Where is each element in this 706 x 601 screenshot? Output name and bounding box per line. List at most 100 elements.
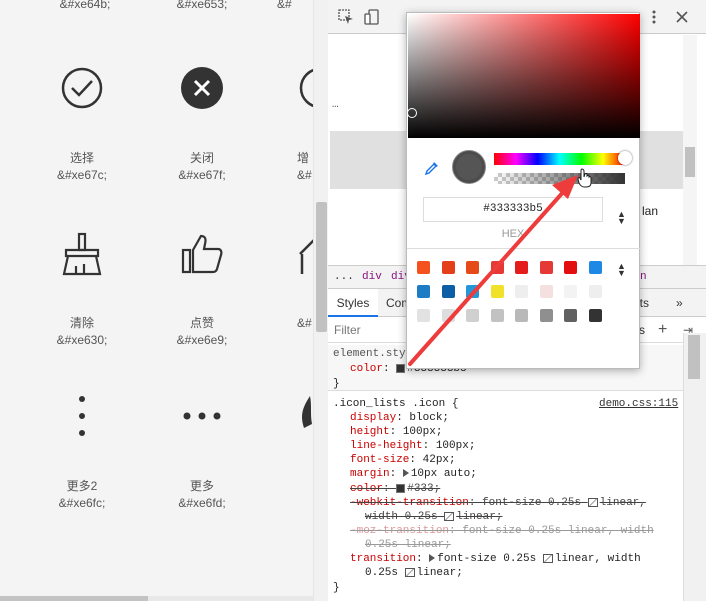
hue-slider[interactable] xyxy=(494,153,625,165)
decl-moz-transition-cont: 0.25s linear; xyxy=(365,539,451,551)
node-text-partial: lan xyxy=(642,204,659,218)
screen: &#xe64b; &#xe653; &# 选择 &#xe67c; 关闭 &#xe67… xyxy=(0,0,706,601)
close-circle-icon[interactable] xyxy=(180,66,224,110)
icon-demo-page: &#xe64b; &#xe653; &# 选择 &#xe67c; 关闭 &#xe67… xyxy=(0,0,313,601)
broom-icon[interactable] xyxy=(60,232,104,276)
top-code-3: &# xyxy=(277,0,292,11)
icon-cell-select: 选择 &#xe67c; xyxy=(56,151,108,182)
palette-swatch[interactable] xyxy=(466,309,479,322)
more-vertical-icon[interactable] xyxy=(60,394,104,438)
saturation-value-handle[interactable] xyxy=(407,108,417,118)
palette-swatch[interactable] xyxy=(466,285,479,298)
flame-icon[interactable] xyxy=(298,394,313,438)
palette-swatch[interactable] xyxy=(539,285,553,298)
thumbs-up-icon[interactable] xyxy=(180,232,224,276)
element-style-selector: element.sty xyxy=(333,348,406,360)
top-code-1: &#xe64b; xyxy=(59,0,111,11)
rule-source-link[interactable]: demo.css:115 xyxy=(599,397,678,411)
kebab-menu-icon[interactable] xyxy=(646,9,662,25)
palette-swatch[interactable] xyxy=(417,285,430,298)
vertical-scrollbar[interactable] xyxy=(313,0,328,601)
inspect-element-icon[interactable] xyxy=(338,9,354,25)
icon-cell-more: 更多 &#xe6fd; xyxy=(178,479,226,510)
icon-cell-add: 增 &# xyxy=(297,151,312,182)
ellipsis-marker[interactable]: … xyxy=(332,99,339,111)
color-preview-swatch xyxy=(452,150,486,184)
decl-webkit-transition[interactable]: -webkit-transition: font-size 0.25s line… xyxy=(350,496,646,510)
palette-swatch[interactable] xyxy=(441,285,455,298)
decl-color-overridden[interactable]: color: #333; xyxy=(350,482,440,496)
horizontal-scrollbar-thumb[interactable] xyxy=(0,596,148,601)
palette-swatch[interactable] xyxy=(588,285,602,298)
palette-switch-icon[interactable]: ▲ ▼ xyxy=(617,262,626,278)
color-format-label: HEX xyxy=(501,228,525,240)
styles-scrollbar[interactable] xyxy=(683,333,706,601)
palette-swatch[interactable] xyxy=(490,261,504,274)
breadcrumb-partial[interactable]: n xyxy=(640,266,647,288)
elements-scrollbar-thumb[interactable] xyxy=(685,147,695,177)
palette-swatch[interactable] xyxy=(564,285,577,298)
palette-swatch[interactable] xyxy=(515,261,528,274)
add-circle-icon[interactable] xyxy=(298,66,313,110)
palette-swatch[interactable] xyxy=(515,309,528,322)
palette-swatch[interactable] xyxy=(441,309,455,322)
palette-swatch[interactable] xyxy=(490,309,504,322)
easing-icon[interactable] xyxy=(404,567,415,577)
easing-icon[interactable] xyxy=(444,511,455,521)
icon-cell-partial: &# xyxy=(297,316,312,330)
filter-input[interactable]: Filter xyxy=(334,317,361,343)
icon-cell-clear: 清除 &#xe630; xyxy=(56,316,108,347)
eyedropper-icon[interactable] xyxy=(424,160,440,176)
alpha-slider[interactable] xyxy=(494,173,625,184)
palette-swatch[interactable] xyxy=(588,309,602,322)
decl-height[interactable]: height: 100px; xyxy=(350,425,442,439)
elements-scrollbar[interactable] xyxy=(683,35,697,265)
palette-swatch[interactable] xyxy=(490,285,504,298)
decl-margin[interactable]: margin: 10px auto; xyxy=(350,467,477,481)
palette-swatch[interactable] xyxy=(441,261,455,274)
hex-input[interactable]: #333333b5 xyxy=(423,197,603,222)
close-devtools-icon[interactable] xyxy=(674,9,690,25)
palette-swatch[interactable] xyxy=(515,285,528,298)
palette-swatch[interactable] xyxy=(564,309,577,322)
decl-display[interactable]: display: block; xyxy=(350,411,449,425)
expand-triangle-icon[interactable] xyxy=(429,554,436,563)
rule-selector[interactable]: .icon_lists .icon { xyxy=(333,397,458,411)
hue-slider-handle[interactable] xyxy=(618,151,632,165)
color-picker: #333333b5 HEX ▲ ▼ ▲ ▼ xyxy=(406,12,641,369)
horizontal-scrollbar[interactable] xyxy=(0,596,313,601)
color-swatch-icon[interactable] xyxy=(396,483,406,493)
breadcrumb-ellipsis[interactable]: ... xyxy=(334,266,354,288)
check-circle-icon[interactable] xyxy=(60,66,104,110)
palette-swatch[interactable] xyxy=(588,261,602,274)
palette-swatch[interactable] xyxy=(466,261,479,274)
top-code-2: &#xe653; xyxy=(176,0,228,11)
palette-swatch[interactable] xyxy=(417,261,430,274)
styles-pane: element.sty color: #333333b5 } .icon_lis… xyxy=(328,343,684,601)
decl-transition[interactable]: transition: font-size 0.25s linear, widt… xyxy=(350,552,641,566)
vertical-scrollbar-thumb[interactable] xyxy=(316,202,327,332)
color-swatch-icon[interactable] xyxy=(396,363,406,373)
saturation-value-field[interactable] xyxy=(407,14,640,138)
format-cycle-icon[interactable]: ▲ ▼ xyxy=(617,210,626,226)
breadcrumb-div-1[interactable]: div xyxy=(362,266,382,288)
expand-triangle-icon[interactable] xyxy=(402,469,409,478)
more-horizontal-icon[interactable] xyxy=(180,394,224,438)
icon-cell-like: 点赞 &#xe6e9; xyxy=(176,316,228,347)
new-style-rule-icon[interactable]: + xyxy=(658,317,667,343)
palette-swatch[interactable] xyxy=(564,261,577,274)
decl-font-size[interactable]: font-size: 42px; xyxy=(350,453,456,467)
palette-swatch[interactable] xyxy=(539,309,553,322)
decl-line-height[interactable]: line-height: 100px; xyxy=(350,439,475,453)
tab-styles[interactable]: Styles xyxy=(328,289,378,317)
easing-icon[interactable] xyxy=(542,553,553,563)
decl-moz-transition[interactable]: -moz-transition: font-size 0.25s linear,… xyxy=(350,524,654,538)
hand-cursor-icon xyxy=(577,168,592,188)
device-toggle-icon[interactable] xyxy=(364,9,380,25)
palette-swatch[interactable] xyxy=(539,261,553,274)
styles-scrollbar-thumb[interactable] xyxy=(688,335,700,379)
more-tabs-chevron-icon[interactable]: » xyxy=(676,289,683,317)
home-icon[interactable] xyxy=(298,232,313,276)
palette-swatch[interactable] xyxy=(417,309,430,322)
easing-icon[interactable] xyxy=(587,497,598,507)
